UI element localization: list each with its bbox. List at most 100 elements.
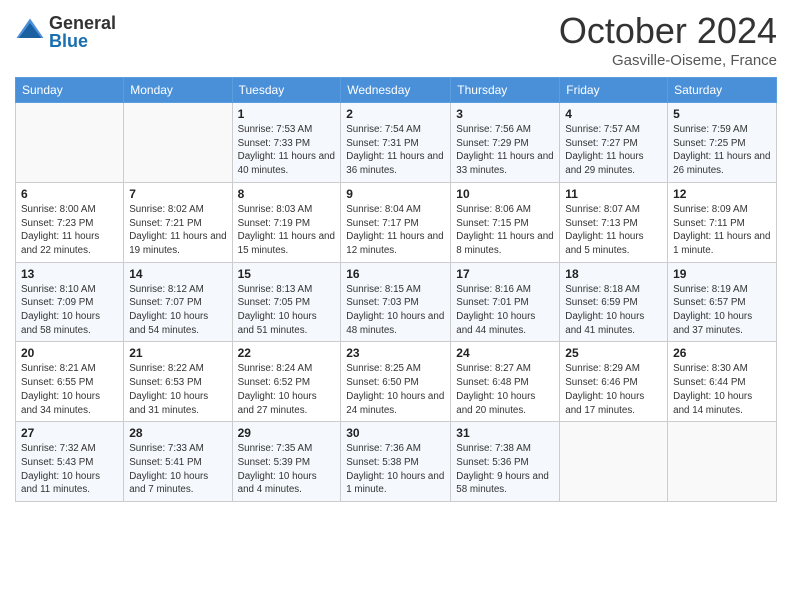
table-row: 26Sunrise: 8:30 AMSunset: 6:44 PMDayligh… [668, 342, 777, 422]
day-info: Sunrise: 8:03 AMSunset: 7:19 PMDaylight:… [238, 203, 336, 258]
day-number: 14 [129, 267, 226, 281]
table-row [560, 422, 668, 502]
col-saturday: Saturday [668, 78, 777, 103]
day-number: 4 [565, 107, 662, 121]
day-info: Sunrise: 8:30 AMSunset: 6:44 PMDaylight:… [673, 362, 771, 417]
day-info: Sunrise: 8:18 AMSunset: 6:59 PMDaylight:… [565, 283, 662, 338]
day-info: Sunrise: 7:54 AMSunset: 7:31 PMDaylight:… [346, 123, 445, 178]
calendar-week-row: 27 Sunrise: 7:32 AMSunset: 5:43 PMDayligh… [16, 422, 777, 502]
title-block: October 2024 Gasville-Oiseme, France [559, 10, 777, 69]
day-number: 17 [456, 267, 554, 281]
col-friday: Friday [560, 78, 668, 103]
day-info: Sunrise: 7:53 AMSunset: 7:33 PMDaylight:… [238, 123, 336, 178]
calendar-week-row: 20 Sunrise: 8:21 AMSunset: 6:55 PMDayligh… [16, 342, 777, 422]
table-row: 24 Sunrise: 8:27 AMSunset: 6:48 PMDayligh… [451, 342, 560, 422]
table-row: 27 Sunrise: 7:32 AMSunset: 5:43 PMDayligh… [16, 422, 124, 502]
day-number: 15 [238, 267, 336, 281]
calendar-header-row: Sunday Monday Tuesday Wednesday Thursday… [16, 78, 777, 103]
day-info: Sunrise: 8:12 AMSunset: 7:07 PMDaylight:… [129, 283, 226, 338]
day-number: 13 [21, 267, 118, 281]
day-number: 11 [565, 187, 662, 201]
day-number: 29 [238, 426, 336, 440]
table-row: 8 Sunrise: 8:03 AMSunset: 7:19 PMDaylight… [232, 182, 341, 262]
day-number: 7 [129, 187, 226, 201]
day-number: 28 [129, 426, 226, 440]
day-info: Sunrise: 7:59 AMSunset: 7:25 PMDaylight:… [673, 123, 771, 178]
day-info: Sunrise: 8:02 AMSunset: 7:21 PMDaylight:… [129, 203, 226, 258]
day-number: 30 [346, 426, 445, 440]
day-number: 9 [346, 187, 445, 201]
day-number: 22 [238, 346, 336, 360]
table-row: 15 Sunrise: 8:13 AMSunset: 7:05 PMDayligh… [232, 262, 341, 342]
table-row: 22 Sunrise: 8:24 AMSunset: 6:52 PMDayligh… [232, 342, 341, 422]
day-number: 25 [565, 346, 662, 360]
location: Gasville-Oiseme, France [559, 52, 777, 69]
col-thursday: Thursday [451, 78, 560, 103]
day-info: Sunrise: 8:21 AMSunset: 6:55 PMDaylight:… [21, 362, 118, 417]
table-row: 2 Sunrise: 7:54 AMSunset: 7:31 PMDaylight… [341, 103, 451, 183]
table-row: 1 Sunrise: 7:53 AMSunset: 7:33 PMDaylight… [232, 103, 341, 183]
day-number: 2 [346, 107, 445, 121]
day-info: Sunrise: 8:04 AMSunset: 7:17 PMDaylight:… [346, 203, 445, 258]
table-row: 31 Sunrise: 7:38 AMSunset: 5:36 PMDayligh… [451, 422, 560, 502]
table-row: 7 Sunrise: 8:02 AMSunset: 7:21 PMDaylight… [124, 182, 232, 262]
day-info: Sunrise: 8:15 AMSunset: 7:03 PMDaylight:… [346, 283, 445, 338]
day-number: 1 [238, 107, 336, 121]
calendar-week-row: 13Sunrise: 8:10 AMSunset: 7:09 PMDayligh… [16, 262, 777, 342]
table-row: 10Sunrise: 8:06 AMSunset: 7:15 PMDayligh… [451, 182, 560, 262]
day-number: 6 [21, 187, 118, 201]
logo: General Blue [15, 14, 116, 50]
day-number: 12 [673, 187, 771, 201]
table-row: 18 Sunrise: 8:18 AMSunset: 6:59 PMDayligh… [560, 262, 668, 342]
day-number: 23 [346, 346, 445, 360]
day-info: Sunrise: 8:25 AMSunset: 6:50 PMDaylight:… [346, 362, 445, 417]
day-info: Sunrise: 8:19 AMSunset: 6:57 PMDaylight:… [673, 283, 771, 338]
col-monday: Monday [124, 78, 232, 103]
day-info: Sunrise: 8:29 AMSunset: 6:46 PMDaylight:… [565, 362, 662, 417]
day-info: Sunrise: 8:24 AMSunset: 6:52 PMDaylight:… [238, 362, 336, 417]
table-row: 12 Sunrise: 8:09 AMSunset: 7:11 PMDayligh… [668, 182, 777, 262]
day-number: 8 [238, 187, 336, 201]
table-row: 28Sunrise: 7:33 AMSunset: 5:41 PMDayligh… [124, 422, 232, 502]
day-info: Sunrise: 7:32 AMSunset: 5:43 PMDaylight:… [21, 442, 118, 497]
calendar-week-row: 6 Sunrise: 8:00 AMSunset: 7:23 PMDaylight… [16, 182, 777, 262]
day-info: Sunrise: 8:07 AMSunset: 7:13 PMDaylight:… [565, 203, 662, 258]
col-tuesday: Tuesday [232, 78, 341, 103]
table-row: 11 Sunrise: 8:07 AMSunset: 7:13 PMDayligh… [560, 182, 668, 262]
day-info: Sunrise: 7:38 AMSunset: 5:36 PMDaylight:… [456, 442, 554, 497]
calendar-week-row: 1 Sunrise: 7:53 AMSunset: 7:33 PMDaylight… [16, 103, 777, 183]
day-number: 27 [21, 426, 118, 440]
table-row: 20 Sunrise: 8:21 AMSunset: 6:55 PMDayligh… [16, 342, 124, 422]
page: General Blue October 2024 Gasville-Oisem… [0, 0, 792, 612]
table-row: 13Sunrise: 8:10 AMSunset: 7:09 PMDayligh… [16, 262, 124, 342]
table-row: 6 Sunrise: 8:00 AMSunset: 7:23 PMDaylight… [16, 182, 124, 262]
day-info: Sunrise: 8:27 AMSunset: 6:48 PMDaylight:… [456, 362, 554, 417]
logo-text: General Blue [49, 14, 116, 50]
day-number: 24 [456, 346, 554, 360]
table-row: 16Sunrise: 8:15 AMSunset: 7:03 PMDayligh… [341, 262, 451, 342]
day-number: 31 [456, 426, 554, 440]
col-sunday: Sunday [16, 78, 124, 103]
table-row: 25 Sunrise: 8:29 AMSunset: 6:46 PMDayligh… [560, 342, 668, 422]
day-info: Sunrise: 8:13 AMSunset: 7:05 PMDaylight:… [238, 283, 336, 338]
day-info: Sunrise: 8:16 AMSunset: 7:01 PMDaylight:… [456, 283, 554, 338]
table-row: 30 Sunrise: 7:36 AMSunset: 5:38 PMDayligh… [341, 422, 451, 502]
day-info: Sunrise: 7:35 AMSunset: 5:39 PMDaylight:… [238, 442, 336, 497]
day-info: Sunrise: 8:09 AMSunset: 7:11 PMDaylight:… [673, 203, 771, 258]
day-info: Sunrise: 7:57 AMSunset: 7:27 PMDaylight:… [565, 123, 662, 178]
day-number: 5 [673, 107, 771, 121]
day-info: Sunrise: 7:36 AMSunset: 5:38 PMDaylight:… [346, 442, 445, 497]
day-info: Sunrise: 8:22 AMSunset: 6:53 PMDaylight:… [129, 362, 226, 417]
table-row: 4 Sunrise: 7:57 AMSunset: 7:27 PMDaylight… [560, 103, 668, 183]
table-row [668, 422, 777, 502]
table-row [16, 103, 124, 183]
day-number: 20 [21, 346, 118, 360]
day-number: 18 [565, 267, 662, 281]
day-number: 3 [456, 107, 554, 121]
day-info: Sunrise: 8:06 AMSunset: 7:15 PMDaylight:… [456, 203, 554, 258]
day-info: Sunrise: 8:00 AMSunset: 7:23 PMDaylight:… [21, 203, 118, 258]
table-row: 19 Sunrise: 8:19 AMSunset: 6:57 PMDayligh… [668, 262, 777, 342]
day-number: 21 [129, 346, 226, 360]
day-info: Sunrise: 7:56 AMSunset: 7:29 PMDaylight:… [456, 123, 554, 178]
day-number: 19 [673, 267, 771, 281]
